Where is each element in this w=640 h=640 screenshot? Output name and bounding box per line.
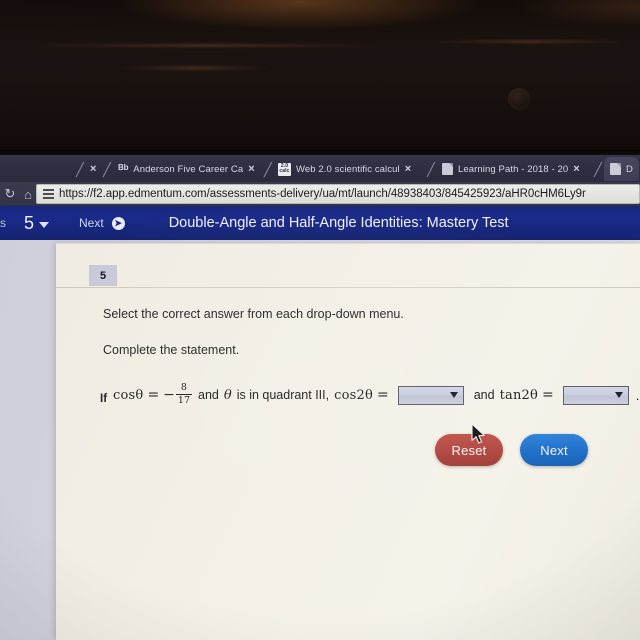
question-selector-value: 5: [24, 212, 35, 233]
tab-close-icon[interactable]: ×: [405, 163, 412, 175]
statement-and-1: and: [198, 388, 219, 403]
tab-close-icon[interactable]: ×: [90, 163, 97, 175]
browser-tab-web20-calculator[interactable]: 2.0 calc Web 2.0 scientific calcul ×: [272, 157, 417, 181]
statement-period: .: [635, 387, 640, 403]
next-button-label: Next: [540, 442, 568, 458]
browser-tab-active[interactable]: D: [604, 157, 639, 181]
page-title: Double-Angle and Half-Angle Identities: …: [168, 215, 509, 231]
document-icon: [610, 163, 621, 175]
document-icon: [442, 163, 453, 175]
calculator-icon: 2.0 calc: [278, 162, 291, 176]
tab-label: D: [626, 163, 633, 175]
dropdown-cos2theta[interactable]: [397, 385, 464, 405]
page-background: 5 Select the correct answer from each dr…: [0, 240, 640, 640]
circle-arrow-right-icon: ➤: [111, 216, 125, 230]
question-prompt: Select the correct answer from each drop…: [103, 307, 404, 321]
laptop-camera-dot: [508, 88, 530, 110]
assessment-header: s 5 Next ➤ Double-Angle and Half-Angle I…: [0, 206, 640, 240]
next-button[interactable]: Next: [520, 434, 588, 466]
browser-address-bar: ↻ ⌂ https://f2.app.edmentum.com/assessme…: [0, 182, 640, 206]
statement-expr-cos2theta: cos2θ: [334, 387, 373, 403]
chevron-down-icon: [614, 392, 623, 399]
tab-label: Anderson Five Career Ca: [133, 163, 244, 175]
card-divider: [56, 287, 640, 288]
statement-expr-tan2theta: tan2θ: [499, 387, 539, 403]
mouse-pointer-icon: [470, 423, 488, 447]
tab-label: Web 2.0 scientific calcul: [296, 163, 400, 175]
statement-theta: θ: [223, 387, 232, 403]
fraction-numerator: 8: [180, 382, 187, 393]
question-selector-dropdown[interactable]: 5: [24, 212, 50, 234]
reload-icon[interactable]: ↻: [2, 186, 18, 202]
statement-equals-1: =: [377, 387, 389, 404]
question-number-badge: 5: [89, 265, 117, 286]
statement-negative-sign: −: [163, 387, 175, 404]
statement-lhs: cosθ: [113, 387, 144, 403]
browser-tab-anderson-five[interactable]: Bb Anderson Five Career Ca ×: [112, 157, 261, 181]
browser-tab-0[interactable]: ×: [84, 157, 103, 181]
laptop-hinge: [120, 66, 270, 70]
fraction-denominator: 17: [177, 394, 190, 406]
dropdown-tan2theta[interactable]: [562, 385, 629, 405]
fraction-8-over-17: 8 17: [175, 382, 192, 406]
question-instruction: Complete the statement.: [103, 343, 240, 357]
site-info-icon[interactable]: [43, 189, 54, 199]
browser-tab-learning-path[interactable]: Learning Path - 2018 - 20 ×: [436, 157, 586, 181]
tab-close-icon[interactable]: ×: [573, 163, 580, 175]
header-next-button[interactable]: Next ➤: [79, 216, 125, 230]
tab-close-icon[interactable]: ×: [248, 163, 255, 175]
blackboard-icon: Bb: [118, 163, 129, 172]
home-icon[interactable]: ⌂: [20, 187, 36, 202]
browser-tab-strip: ╱ × ╱ Bb Anderson Five Career Ca × ╱ 2.0…: [0, 155, 640, 182]
statement-if-label: If: [100, 392, 108, 405]
header-next-label: Next: [79, 216, 104, 230]
statement-quadrant-text: is in quadrant III,: [236, 388, 330, 403]
header-left-cut-text: s: [0, 216, 6, 230]
laptop-bezel: [0, 0, 640, 157]
screenshot-root: ╱ × ╱ Bb Anderson Five Career Ca × ╱ 2.0…: [0, 0, 640, 640]
reset-button[interactable]: Reset: [435, 434, 503, 466]
tab-label: Learning Path - 2018 - 20: [458, 163, 569, 175]
math-statement: If cosθ = − 8 17 and θ is in quadrant II…: [100, 382, 640, 407]
url-input[interactable]: https://f2.app.edmentum.com/assessments-…: [36, 184, 640, 204]
chevron-down-icon: [39, 222, 50, 228]
statement-and-2: and: [473, 388, 495, 403]
action-button-row: Reset Next: [56, 434, 640, 478]
url-text: https://f2.app.edmentum.com/assessments-…: [59, 188, 586, 200]
question-card: 5 Select the correct answer from each dr…: [56, 243, 640, 640]
chevron-down-icon: [449, 392, 458, 399]
statement-equals: =: [147, 387, 160, 404]
statement-equals-2: =: [542, 387, 554, 404]
